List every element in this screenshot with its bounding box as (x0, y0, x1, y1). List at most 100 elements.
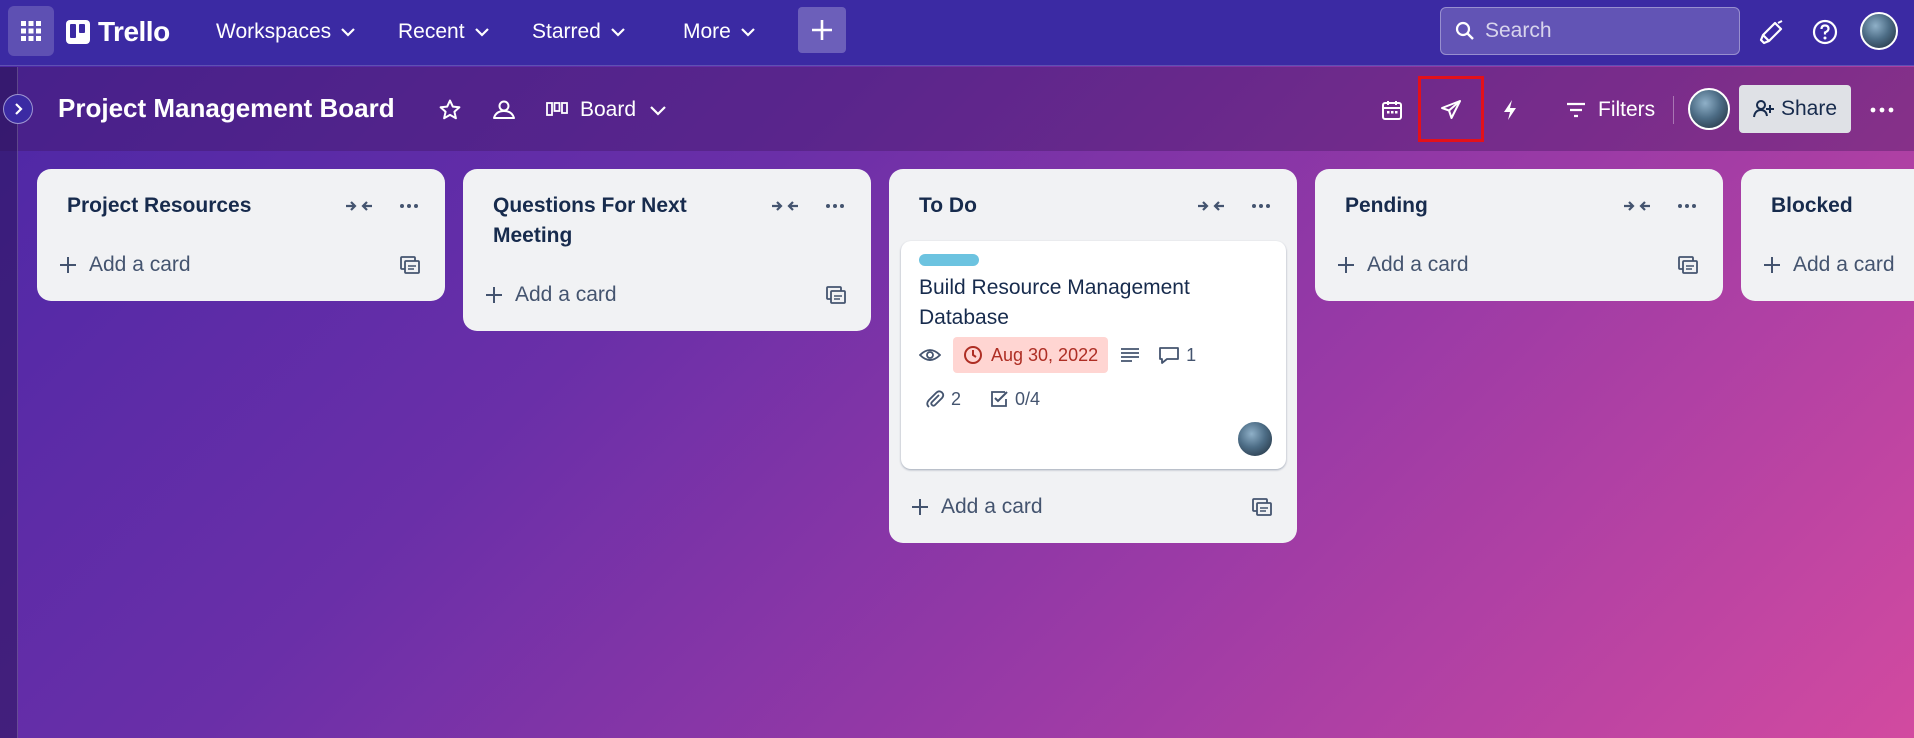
create-from-template-button[interactable] (821, 280, 851, 310)
visibility-button[interactable] (484, 90, 524, 130)
collapse-list-button[interactable] (1620, 189, 1654, 223)
apps-switcher-button[interactable] (8, 6, 54, 56)
notifications-button[interactable] (1752, 12, 1792, 52)
add-card-label: Add a card (515, 283, 617, 306)
star-board-button[interactable] (430, 90, 470, 130)
add-card-button[interactable]: Add a card (1337, 247, 1469, 283)
list-title[interactable]: Pending (1345, 191, 1428, 221)
expand-sidebar-button[interactable] (3, 94, 33, 124)
card-label[interactable] (919, 254, 979, 266)
card-badges-row-2: 2 0/4 (919, 381, 1040, 417)
list-actions-button[interactable] (1670, 189, 1704, 223)
search-box[interactable] (1440, 7, 1740, 55)
help-button[interactable] (1805, 12, 1845, 52)
description-badge (1120, 347, 1140, 363)
card-build-resource-management-database[interactable]: Build Resource Management Database Aug 3… (901, 241, 1286, 469)
top-navigation: Trello Workspaces Recent Starred More (0, 0, 1914, 66)
list-actions-button[interactable] (1244, 189, 1278, 223)
help-icon (1812, 19, 1838, 45)
add-card-button[interactable]: Add a card (911, 489, 1043, 525)
share-label: Share (1780, 97, 1838, 120)
share-button[interactable]: Share (1739, 85, 1851, 133)
template-icon (1678, 256, 1698, 274)
list-title[interactable]: To Do (919, 191, 977, 221)
list-actions-button[interactable] (392, 189, 426, 223)
account-avatar[interactable] (1860, 12, 1898, 50)
recent-menu-label: Recent (398, 20, 465, 43)
search-input[interactable] (1485, 19, 1725, 43)
attachments-badge: 2 (925, 389, 961, 410)
chevron-right-icon (15, 103, 23, 115)
comments-badge: 1 (1158, 345, 1196, 366)
board-member-avatar[interactable] (1688, 88, 1730, 130)
card-title: Build Resource Management Database (919, 276, 1190, 329)
starred-menu-label: Starred (532, 20, 601, 43)
board-view-switcher[interactable]: Board (546, 90, 668, 130)
list-title[interactable]: Questions For Next Meeting (493, 191, 723, 251)
filters-button[interactable]: Filters (1566, 90, 1655, 130)
starred-menu[interactable]: Starred (522, 14, 637, 50)
more-menu[interactable]: More (673, 14, 767, 50)
more-icon (1678, 204, 1696, 208)
workspace-visible-icon (493, 100, 515, 119)
create-button[interactable] (798, 7, 846, 53)
chevron-down-icon (341, 28, 355, 37)
trello-logo[interactable]: Trello (66, 12, 170, 52)
create-from-template-button[interactable] (1247, 492, 1277, 522)
plus-icon (812, 20, 832, 40)
board-sidebar-rail (0, 67, 18, 738)
collapse-list-button[interactable] (1194, 189, 1228, 223)
list-pending: Pending Add a card (1315, 169, 1723, 301)
comments-count: 1 (1186, 344, 1197, 365)
plus-icon (1764, 257, 1780, 273)
power-ups-button[interactable] (1431, 90, 1471, 130)
description-icon (1121, 348, 1140, 362)
workspaces-menu[interactable]: Workspaces (206, 14, 367, 50)
due-date-badge[interactable]: Aug 30, 2022 (953, 337, 1109, 373)
trello-logo-icon (66, 20, 90, 44)
add-card-button[interactable]: Add a card (485, 277, 617, 313)
card-member-avatar[interactable] (1237, 421, 1273, 457)
collapse-list-button[interactable] (342, 189, 376, 223)
template-icon (826, 286, 846, 304)
board-title[interactable]: Project Management Board (58, 93, 395, 124)
brand-name: Trello (98, 16, 170, 47)
apps-grid-icon (21, 21, 41, 41)
checklist-icon (991, 391, 1008, 407)
list-questions-for-next-meeting: Questions For Next Meeting Add a card (463, 169, 871, 331)
calendar-power-up-button[interactable] (1372, 90, 1412, 130)
more-icon (1870, 107, 1894, 113)
automation-button[interactable] (1490, 90, 1530, 130)
collapse-icon (346, 201, 372, 211)
add-card-label: Add a card (89, 253, 191, 276)
create-from-template-button[interactable] (1673, 250, 1703, 280)
add-card-button[interactable]: Add a card (59, 247, 191, 283)
filters-label: Filters (1598, 98, 1656, 121)
checklist-progress: 0/4 (1015, 388, 1041, 409)
create-from-template-button[interactable] (395, 250, 425, 280)
add-person-icon (1752, 100, 1774, 118)
add-card-label: Add a card (1367, 253, 1469, 276)
chevron-down-icon (650, 106, 666, 116)
chevron-down-icon (474, 28, 489, 37)
add-card-button[interactable]: Add a card (1763, 247, 1895, 283)
list-title[interactable]: Blocked (1771, 191, 1853, 221)
list-title[interactable]: Project Resources (67, 191, 251, 221)
recent-menu[interactable]: Recent (388, 14, 501, 50)
automation-bolt-icon (1504, 100, 1516, 120)
chevron-down-icon (741, 28, 755, 37)
workspaces-menu-label: Workspaces (216, 20, 332, 43)
more-icon (826, 204, 844, 208)
template-icon (1252, 498, 1272, 516)
board-menu-button[interactable] (1862, 90, 1902, 130)
checklist-badge: 0/4 (989, 389, 1040, 410)
search-icon (1455, 21, 1474, 40)
list-actions-button[interactable] (818, 189, 852, 223)
board-view-icon (546, 102, 568, 116)
collapse-icon (772, 201, 798, 211)
more-menu-label: More (683, 20, 731, 43)
board-view-label: Board (580, 98, 637, 121)
header-divider (1673, 96, 1674, 124)
add-card-label: Add a card (1793, 253, 1895, 276)
collapse-list-button[interactable] (768, 189, 802, 223)
